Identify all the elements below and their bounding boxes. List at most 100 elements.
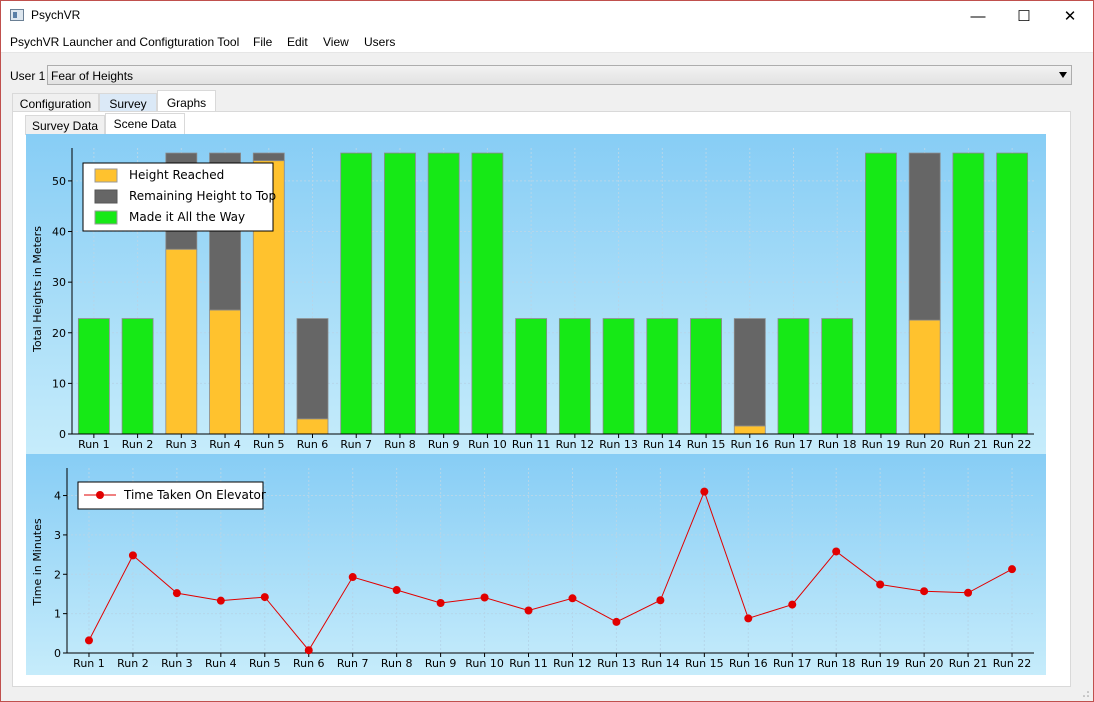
bar-made-it	[340, 152, 373, 435]
y-tick-label: 10	[52, 377, 66, 390]
tab-configuration[interactable]: Configuration	[12, 93, 99, 113]
x-tick-label: Run 6	[293, 657, 325, 670]
legend-label-height-reached: Height Reached	[129, 168, 224, 182]
x-tick-label: Run 5	[249, 657, 281, 670]
time-chart: 0 1 2 3 4 Run 1 Run 2 Run 3 Run 4 Run 5 Run 6 Run 7…	[26, 454, 1046, 675]
x-tick-label: Run 3	[161, 657, 193, 670]
legend: Height Reached Remaining Height to Top M…	[82, 162, 276, 232]
x-tick-label: Run 10	[465, 657, 504, 670]
legend-label-time: Time Taken On Elevator	[123, 488, 266, 502]
x-tick-label: Run 7	[337, 657, 369, 670]
y-tick-label: 2	[54, 568, 61, 581]
data-point	[304, 646, 313, 655]
y-tick-label: 4	[54, 490, 61, 503]
y-tick-label: 3	[54, 529, 61, 542]
y-tick-label: 20	[52, 327, 66, 340]
app-window: PsychVR — ☐ ✕ PsychVR Launcher and Confi…	[0, 0, 1094, 702]
heights-chart: 0 10 20 30 40 50 Run 1 Run 2 Run 3 Run 4 Run 5 Run …	[26, 134, 1046, 454]
user-label: User 1	[10, 69, 46, 83]
legend-label-made-it: Made it All the Way	[129, 210, 245, 224]
bar-made-it	[821, 318, 854, 435]
resize-grip-icon[interactable]	[1081, 689, 1089, 697]
bar-made-it	[952, 152, 985, 435]
data-point	[700, 487, 709, 496]
maximize-button[interactable]: ☐	[1001, 1, 1047, 31]
x-tick-label: Run 17	[773, 657, 812, 670]
y-tick-label: 30	[52, 276, 66, 289]
scene-select[interactable]: Fear of Heights	[47, 65, 1072, 85]
x-tick-label: Run 19	[862, 438, 901, 451]
x-tick-label: Run 18	[817, 657, 856, 670]
x-tick-label: Run 12	[556, 438, 595, 451]
x-tick-label: Run 16	[730, 438, 769, 451]
close-button[interactable]: ✕	[1047, 1, 1093, 31]
x-tick-label: Run 11	[512, 438, 551, 451]
data-point	[1008, 565, 1017, 574]
data-point	[612, 617, 621, 626]
bar-remaining-height	[733, 318, 766, 427]
data-point	[568, 594, 577, 603]
data-point	[348, 573, 357, 582]
menu-view[interactable]: View	[323, 35, 349, 49]
x-tick-label: Run 18	[818, 438, 857, 451]
y-tick-label: 40	[52, 226, 66, 239]
tab-graphs[interactable]: Graphs	[157, 90, 216, 113]
bar-height-reached	[209, 309, 241, 435]
menu-users[interactable]: Users	[364, 35, 395, 49]
data-point	[744, 614, 753, 623]
bar-made-it	[865, 152, 897, 435]
legend-marker	[96, 491, 104, 499]
x-tick-label: Run 4	[205, 657, 237, 670]
bar-remaining-height	[252, 152, 285, 162]
bar-height-reached	[908, 319, 941, 435]
data-point	[656, 596, 665, 605]
data-point	[964, 588, 973, 597]
bar-height-reached	[165, 248, 198, 435]
bar-made-it	[427, 152, 460, 435]
menu-edit[interactable]: Edit	[287, 35, 308, 49]
minimize-button[interactable]: —	[955, 1, 1001, 31]
data-point	[436, 599, 445, 608]
bar-made-it	[77, 318, 110, 435]
x-tick-label: Run 21	[949, 657, 988, 670]
bar-remaining-height	[296, 318, 329, 420]
x-tick-label: Run 8	[381, 657, 413, 670]
window-title: PsychVR	[31, 8, 81, 22]
x-tick-label: Run 2	[117, 657, 149, 670]
x-tick-label: Run 15	[685, 657, 724, 670]
data-point	[920, 587, 929, 596]
heights-chart-svg: 0 10 20 30 40 50 Run 1 Run 2 Run 3 Run 4 Run 5 Run …	[26, 134, 1046, 454]
menu-file[interactable]: File	[253, 35, 272, 49]
data-point	[84, 636, 93, 645]
x-tick-label: Run 22	[993, 438, 1032, 451]
y-tick-label: 50	[52, 175, 66, 188]
bar-made-it	[646, 318, 679, 435]
subtab-scene-data[interactable]: Scene Data	[105, 113, 185, 135]
bar-made-it	[515, 318, 548, 435]
menu-app-title[interactable]: PsychVR Launcher and Configturation Tool	[10, 35, 239, 49]
title-bar: PsychVR — ☐ ✕	[1, 1, 1093, 31]
x-tick-label: Run 10	[468, 438, 507, 451]
bar-made-it	[690, 318, 722, 435]
x-tick-label: Run 6	[297, 438, 329, 451]
legend-swatch-made-it	[94, 210, 118, 225]
data-point	[260, 593, 269, 602]
data-point	[524, 606, 533, 615]
chevron-down-icon	[1059, 72, 1067, 78]
x-tick-label: Run 13	[599, 438, 638, 451]
legend-label-remaining: Remaining Height to Top	[129, 189, 276, 203]
x-tick-label: Run 14	[641, 657, 680, 670]
data-point	[128, 551, 137, 560]
x-tick-label: Run 9	[425, 657, 457, 670]
bar-made-it	[602, 318, 635, 435]
bar-made-it	[384, 152, 416, 435]
x-tick-label: Run 19	[861, 657, 900, 670]
data-point	[392, 586, 401, 595]
y-axis-label: Total Heights in Meters	[31, 226, 44, 353]
bar-remaining-height	[908, 152, 941, 321]
subtab-survey-data[interactable]: Survey Data	[25, 115, 105, 135]
tab-survey[interactable]: Survey	[99, 93, 157, 113]
x-tick-label: Run 13	[597, 657, 636, 670]
x-tick-label: Run 4	[209, 438, 241, 451]
x-tick-label: Run 1	[73, 657, 105, 670]
